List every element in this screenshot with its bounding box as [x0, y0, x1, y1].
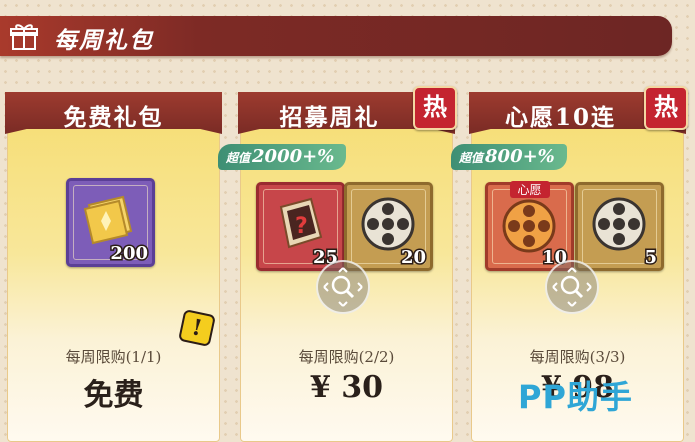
purchase-limit: 每周限购(2/2)	[298, 348, 395, 366]
watermark: PP助手	[518, 378, 633, 416]
film-reel-icon	[592, 197, 646, 251]
item-quantity: 200	[109, 242, 150, 266]
item-quantity: 20	[399, 246, 427, 270]
value-badge: 超值 800+%	[451, 144, 567, 170]
film-reel-icon	[361, 197, 415, 251]
pack-card-recruit[interactable]: 招募周礼 热 超值 2000+% ? 25 20 每周限购(2/2) ¥ 30	[218, 86, 457, 442]
gold-ticket-item[interactable]: 200	[66, 178, 155, 267]
item-quantity: 5	[643, 246, 658, 270]
page-title: 每周礼包	[54, 27, 154, 54]
card-title: 免费礼包	[63, 104, 164, 131]
magnifier-icon	[323, 267, 363, 307]
price-button[interactable]: ¥ 30	[240, 370, 453, 405]
purchase-limit: 每周限购(3/3)	[529, 348, 626, 366]
card-title: 招募周礼	[279, 104, 380, 131]
weekly-pack-header: 每周礼包	[0, 16, 672, 56]
purchase-limit: 每周限购(1/1)	[65, 348, 162, 366]
zoom-button[interactable]	[545, 260, 599, 314]
mystery-card-icon: ?	[279, 197, 323, 249]
pack-card-free[interactable]: 免费礼包 200 ! 每周限购(1/1) 免费	[5, 92, 222, 442]
hot-badge: 热	[644, 86, 688, 130]
mystery-card-item[interactable]: ? 25	[256, 182, 345, 271]
film-reel-item[interactable]: 5	[575, 182, 664, 271]
value-badge: 超值 2000+%	[218, 144, 347, 170]
gold-ticket-icon	[83, 195, 133, 245]
price-button[interactable]: 免费	[7, 370, 220, 414]
hot-badge: 热	[413, 86, 457, 130]
card-title: 心愿10连	[504, 104, 616, 131]
wish-tag: 心愿	[509, 181, 550, 198]
wish-reel-item[interactable]: 心愿 10	[485, 181, 574, 271]
card-ribbon: 免费礼包	[5, 92, 222, 134]
alert-icon: !	[178, 309, 216, 347]
film-reel-item[interactable]: 20	[344, 182, 433, 271]
zoom-button[interactable]	[316, 260, 370, 314]
magnifier-icon	[552, 267, 592, 307]
svg-text:?: ?	[295, 214, 308, 239]
gift-icon	[10, 24, 38, 50]
